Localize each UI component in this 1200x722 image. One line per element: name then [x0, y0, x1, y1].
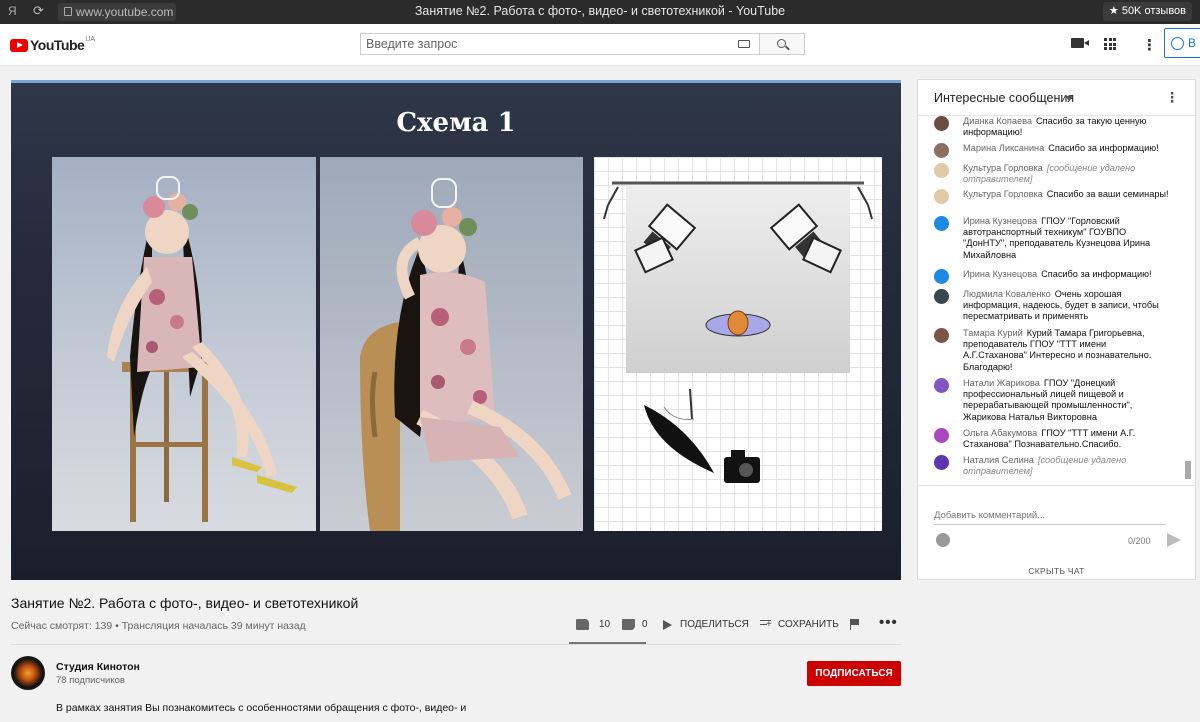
settings-more-icon[interactable]: ⋮	[1142, 36, 1157, 54]
search-box	[360, 33, 760, 55]
chat-author[interactable]: Культура Горловка	[963, 189, 1043, 199]
signin-label: В	[1188, 36, 1197, 50]
reviews-badge[interactable]: ★ 50K отзывов	[1102, 2, 1192, 21]
send-icon[interactable]	[1167, 533, 1181, 547]
chat-text: Спасибо за информацию!	[1048, 143, 1159, 153]
flag-icon	[850, 619, 859, 630]
chat-footer: Добавить комментарий... 0/200 СКРЫТЬ ЧАТ	[918, 485, 1195, 580]
create-video-icon[interactable]	[1071, 38, 1089, 48]
video-player[interactable]: Схема 1	[11, 80, 901, 580]
chat-message: Ирина Кузнецова Спасибо за информацию!	[934, 269, 1170, 284]
search-button[interactable]	[760, 33, 805, 55]
lighting-scheme-diagram	[594, 157, 882, 531]
search-icon	[777, 39, 786, 48]
scrollbar-thumb[interactable]	[1185, 461, 1191, 479]
thumbs-up-icon	[576, 619, 589, 630]
report-button[interactable]	[850, 619, 859, 630]
chat-author[interactable]: Натали Жарикова	[963, 378, 1040, 388]
chat-message: Наталия Селина [сообщение удалено отправи…	[934, 455, 1170, 477]
chat-author[interactable]: Людмила Коваленко	[963, 289, 1051, 299]
avatar	[934, 455, 949, 470]
model-photo-2	[320, 157, 583, 531]
playlist-add-icon	[760, 619, 772, 630]
youtube-play-icon	[10, 38, 28, 52]
divider	[11, 644, 901, 645]
chat-message: Дианка Копаева Спасибо за такую ценную ин…	[934, 116, 1170, 138]
chat-text: Спасибо за ваши семинары!	[1046, 189, 1169, 199]
subscribe-button[interactable]: ПОДПИСАТЬСЯ	[807, 661, 901, 686]
region-label: UA	[85, 35, 96, 43]
emoji-icon[interactable]	[936, 533, 950, 547]
chevron-down-icon[interactable]	[1065, 96, 1073, 101]
comment-input[interactable]: Добавить комментарий...	[934, 510, 1166, 525]
chat-author[interactable]: Культура Горловка	[963, 163, 1043, 173]
chat-author[interactable]: Марина Ликсанина	[963, 143, 1044, 153]
avatar	[934, 428, 949, 443]
chat-scrollbar[interactable]	[1184, 116, 1192, 486]
chat-message: Людмила Коваленко Очень хорошая информаци…	[934, 289, 1170, 323]
video-description: В рамках занятия Вы познакомитесь с особ…	[56, 702, 467, 714]
sidebar-background	[913, 590, 1200, 722]
chat-author[interactable]: Ирина Кузнецова	[963, 216, 1037, 226]
chat-more-icon[interactable]: ⋮	[1165, 89, 1179, 106]
chat-author[interactable]: Тамара Курий	[963, 328, 1023, 338]
chat-message: Ольга Абакумова ГПОУ "ТТТ имени А.Г. Стах…	[934, 428, 1170, 450]
chat-header: Интересные сообщения ⋮	[918, 80, 1195, 116]
tab-title: Занятие №2. Работа с фото-, видео- и све…	[414, 4, 786, 18]
chat-text: Спасибо за информацию!	[1041, 269, 1152, 279]
video-title: Занятие №2. Работа с фото-, видео- и све…	[11, 595, 359, 611]
slide-title: Схема 1	[396, 108, 516, 138]
avatar	[934, 328, 949, 343]
chat-author[interactable]: Ирина Кузнецова	[963, 269, 1037, 279]
like-count: 10	[599, 619, 611, 630]
chat-message: Ирина Кузнецова ГПОУ "Горловский автотран…	[934, 216, 1170, 261]
char-counter: 0/200	[1128, 536, 1151, 546]
apps-grid-icon[interactable]	[1104, 38, 1116, 50]
dislike-button[interactable]: 0	[622, 619, 648, 630]
avatar	[934, 289, 949, 304]
chat-message: Марина Ликсанина Спасибо за информацию!	[934, 143, 1170, 158]
youtube-logo[interactable]: YouTube UA	[10, 36, 95, 54]
share-icon	[663, 619, 672, 630]
save-button[interactable]: СОХРАНИТЬ	[760, 619, 839, 630]
chat-author[interactable]: Ольга Абакумова	[963, 428, 1037, 438]
chat-message: Культура Горловка Спасибо за ваши семинар…	[934, 189, 1170, 204]
more-actions-button[interactable]: •••	[879, 614, 898, 631]
site-header: YouTube UA ⋮ В	[0, 24, 1200, 66]
share-label: ПОДЕЛИТЬСЯ	[680, 619, 749, 630]
avatar	[934, 378, 949, 393]
thumbs-down-icon	[622, 619, 635, 630]
live-status: Сейчас смотрят: 139 • Трансляция началас…	[11, 620, 306, 632]
save-label: СОХРАНИТЬ	[778, 619, 839, 630]
avatar	[934, 269, 949, 284]
like-button[interactable]: 10	[576, 619, 610, 630]
chat-message: Культура Горловка [сообщение удалено отпр…	[934, 163, 1170, 185]
logo-text: YouTube	[30, 37, 85, 53]
avatar	[934, 216, 949, 231]
user-icon	[1171, 37, 1184, 51]
dislike-count: 0	[642, 619, 648, 630]
avatar	[934, 116, 949, 131]
live-chat: Интересные сообщения ⋮ Дианка Копаева Спа…	[917, 79, 1196, 580]
browser-bar: Я ⟳ www.youtube.com Занятие №2. Работа с…	[0, 0, 1200, 24]
signin-button[interactable]: В	[1164, 28, 1200, 58]
channel-avatar[interactable]	[11, 656, 45, 690]
avatar	[934, 163, 949, 178]
search-input[interactable]	[361, 34, 721, 54]
chat-author[interactable]: Дианка Копаева	[963, 116, 1032, 126]
share-button[interactable]: ПОДЕЛИТЬСЯ	[663, 619, 749, 630]
avatar	[934, 189, 949, 204]
chat-messages: Дианка Копаева Спасибо за такую ценную ин…	[918, 116, 1186, 486]
hide-chat-button[interactable]: СКРЫТЬ ЧАТ	[918, 566, 1195, 576]
chat-author[interactable]: Наталия Селина	[963, 455, 1034, 465]
keyboard-icon[interactable]	[738, 40, 750, 48]
chat-mode-dropdown[interactable]: Интересные сообщения	[934, 91, 1074, 105]
channel-name[interactable]: Студия Кинотон	[56, 661, 140, 673]
model-photo-1	[52, 157, 316, 531]
avatar	[934, 143, 949, 158]
chat-message: Тамара Курий Курий Тамара Григорьевна, пр…	[934, 328, 1170, 373]
subscriber-count: 78 подписчиков	[56, 675, 125, 686]
chat-message: Натали Жарикова ГПОУ "Донецкий профессион…	[934, 378, 1170, 423]
